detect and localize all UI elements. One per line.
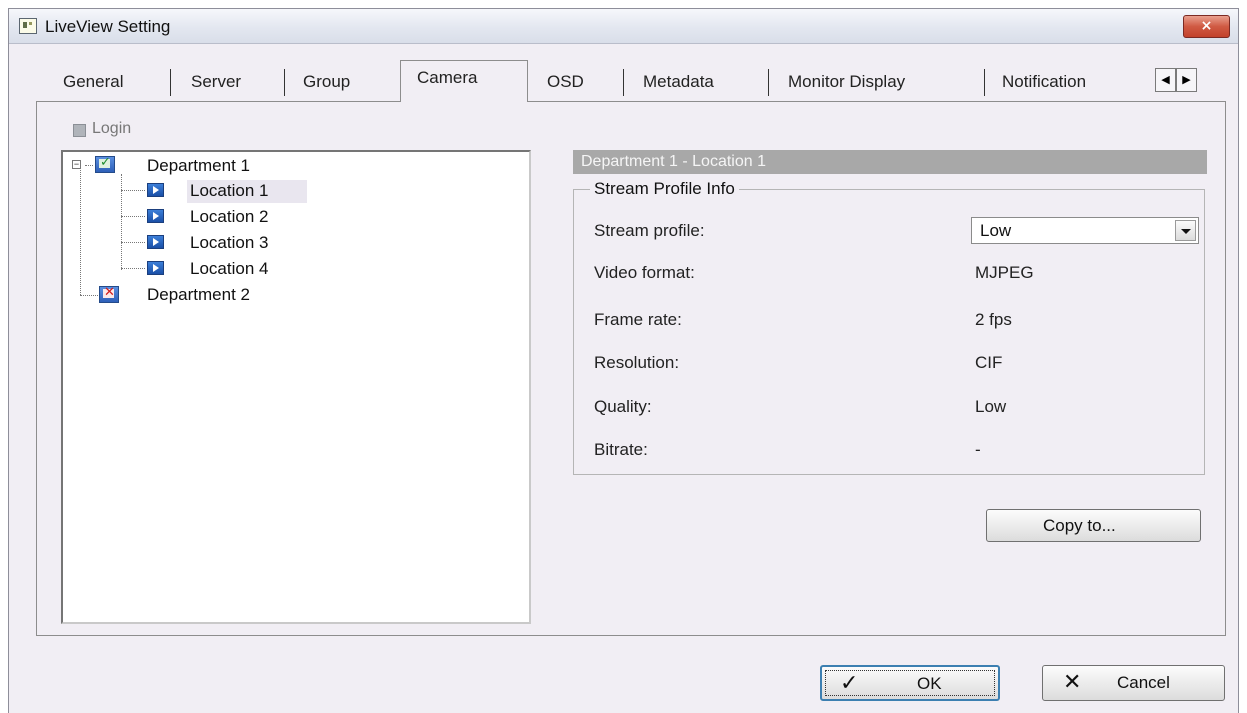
stream-profile-select[interactable]: Low [971,217,1199,244]
tab-metadata[interactable]: Metadata [643,72,714,92]
bitrate-value: - [975,440,981,459]
app-icon [19,18,37,34]
camera-tree[interactable]: − ✓ Department 1 Location 1 Location 2 L… [61,150,531,624]
camera-icon [147,261,164,275]
tab-osd[interactable]: OSD [547,72,584,92]
tree-location-2[interactable]: Location 2 [190,207,268,227]
tab-separator [768,69,769,96]
window-title: LiveView Setting [45,17,171,36]
tab-group[interactable]: Group [303,72,350,92]
resolution-value: CIF [975,353,1003,372]
cancel-button[interactable]: ✕ Cancel [1042,665,1225,701]
bitrate-label: Bitrate: [594,440,648,459]
quality-label: Quality: [594,397,652,416]
selected-camera-header: Department 1 - Location 1 [573,150,1207,174]
camera-icon [147,235,164,249]
tab-separator [170,69,171,96]
tab-separator [623,69,624,96]
copy-to-button[interactable]: Copy to... [986,509,1201,542]
tab-general[interactable]: General [63,72,123,92]
tree-connector [121,174,122,270]
tab-separator [984,69,985,96]
tab-scroll-right-button[interactable]: ▶ [1176,68,1197,92]
copy-to-label: Copy to... [1043,516,1116,535]
stream-profile-value: Low [980,221,1012,240]
ok-label: OK [917,674,942,693]
tree-connector [121,190,145,191]
tree-department-1[interactable]: Department 1 [147,156,250,176]
tab-camera[interactable]: Camera [417,68,477,88]
tree-connector [80,295,98,296]
tab-server[interactable]: Server [191,72,241,92]
quality-value: Low [975,397,1007,416]
tree-connector [121,242,145,243]
stream-profile-group-title: Stream Profile Info [590,179,739,199]
server-icon [73,124,86,137]
error-x-icon: ✕ [104,284,115,299]
cancel-label: Cancel [1117,673,1170,692]
panel-border [528,101,1226,102]
tree-department-2[interactable]: Department 2 [147,285,250,305]
login-button[interactable]: Login [92,120,131,138]
tree-connector [80,170,81,295]
chevron-down-icon[interactable] [1175,220,1196,241]
camera-icon [147,183,164,197]
checkmark-icon: ✓ [840,670,859,695]
video-format-label: Video format: [594,263,695,282]
checkmark-icon: ✓ [100,154,111,169]
tree-connector [121,268,145,269]
frame-rate-value: 2 fps [975,310,1012,329]
tree-connector [121,216,145,217]
tree-location-4[interactable]: Location 4 [190,259,268,279]
video-format-value: MJPEG [975,263,1034,282]
title-bar: LiveView Setting × [9,9,1238,44]
panel-border [36,101,400,102]
tab-scroll-left-button[interactable]: ◀ [1155,68,1176,92]
ok-button[interactable]: ✓ OK [820,665,1000,701]
stream-profile-label: Stream profile: [594,221,705,240]
camera-icon [147,209,164,223]
tree-location-3[interactable]: Location 3 [190,233,268,253]
resolution-label: Resolution: [594,353,680,372]
x-icon: ✕ [1063,669,1082,694]
tab-monitor-display[interactable]: Monitor Display [788,72,905,92]
tree-connector [85,165,93,166]
tree-location-1[interactable]: Location 1 [190,181,268,201]
collapse-toggle[interactable]: − [72,160,81,169]
tab-separator [284,69,285,96]
frame-rate-label: Frame rate: [594,310,682,329]
close-button[interactable]: × [1183,15,1230,38]
tab-notification[interactable]: Notification [1002,72,1086,92]
